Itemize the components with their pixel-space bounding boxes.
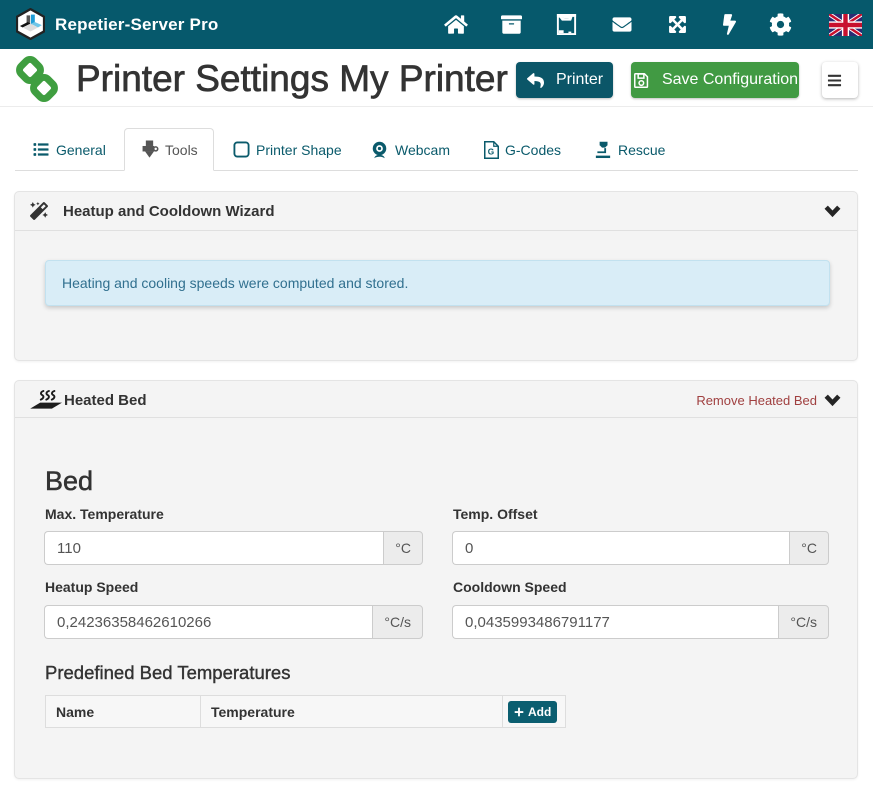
svg-text:G: G [488, 147, 494, 156]
